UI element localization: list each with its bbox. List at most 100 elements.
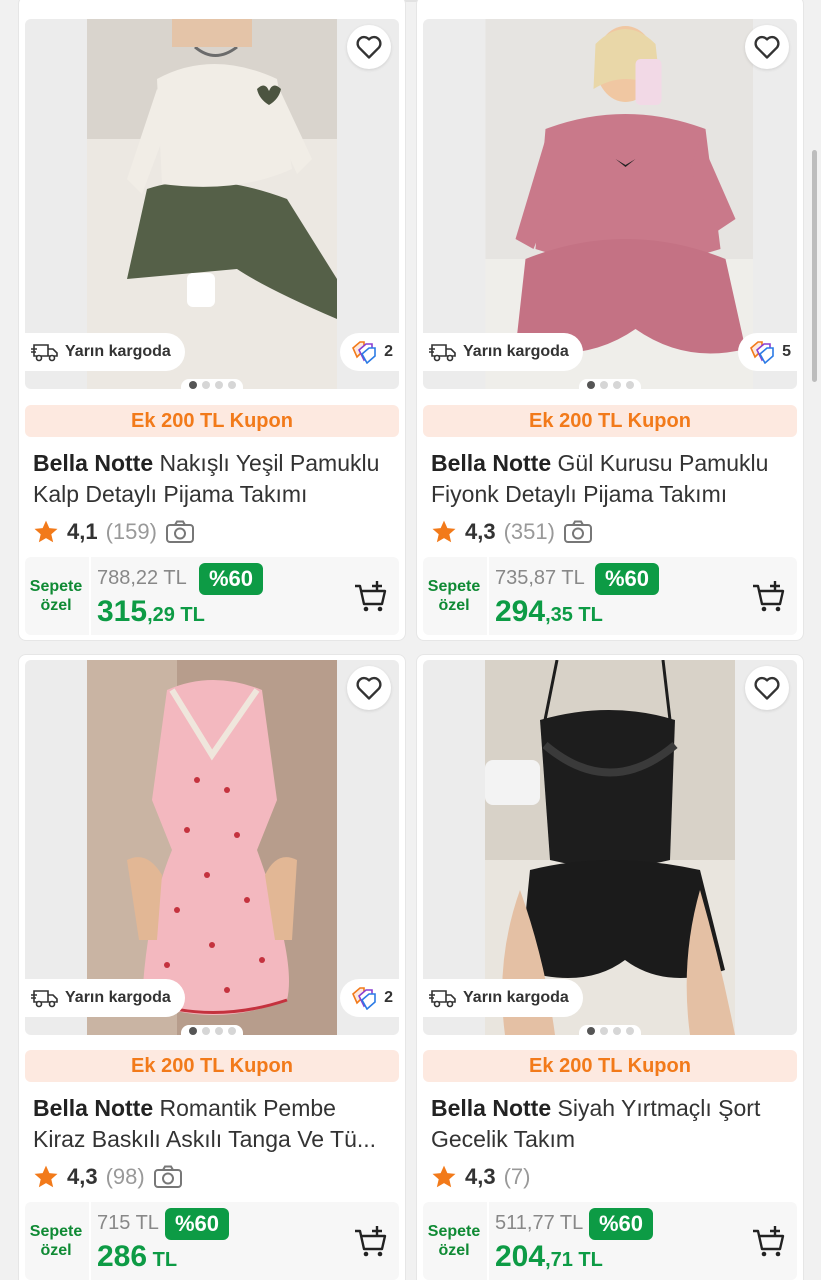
carousel-dot[interactable]	[201, 1027, 210, 1035]
old-price: 511,77 TL	[495, 1212, 584, 1234]
cart-special-line2: özel	[438, 1242, 470, 1259]
image-carousel-dots[interactable]	[181, 1025, 243, 1035]
discount-badge: %60	[595, 563, 660, 595]
rating-row: 4,3 (7)	[431, 1162, 530, 1192]
tags-icon	[352, 987, 376, 1010]
product-card[interactable]: Yarın kargoda 2 Ek 200 TL Kupon Bella No…	[18, 0, 406, 641]
truck-icon	[429, 344, 456, 362]
image-carousel-dots[interactable]	[579, 1025, 641, 1035]
shipping-label: Yarın kargoda	[65, 343, 171, 360]
product-image[interactable]: Yarın kargoda 5	[423, 19, 797, 389]
add-to-cart-button[interactable]	[749, 577, 789, 617]
cart-special-line1: Sepete	[29, 1223, 83, 1240]
divider	[89, 1202, 91, 1280]
price-decimal: ,71 TL	[545, 1249, 603, 1271]
discount-badge: %60	[589, 1208, 654, 1240]
coupon-badge[interactable]: Ek 200 TL Kupon	[25, 1050, 399, 1082]
review-count: (98)	[105, 1164, 145, 1189]
product-image[interactable]: Yarın kargoda 2	[25, 660, 399, 1035]
cart-special-line1: Sepete	[427, 1223, 481, 1240]
product-title[interactable]: Bella Notte Gül Kurusu Pamuklu Fiyonk De…	[431, 448, 795, 510]
price-box: Sepete özel 788,22 TL %60 315,29 TL	[25, 557, 399, 635]
shipping-badge: Yarın kargoda	[423, 979, 583, 1017]
add-to-cart-button[interactable]	[351, 1222, 391, 1262]
price-box: Sepete özel 511,77 TL %60 204,71 TL	[423, 1202, 797, 1280]
old-price: 735,87 TL	[495, 567, 585, 589]
product-image[interactable]: Yarın kargoda 2	[25, 19, 399, 389]
product-image[interactable]: Yarın kargoda	[423, 660, 797, 1035]
product-name-line2: Kiraz Baskılı Askılı Tanga Ve Tü...	[33, 1126, 377, 1152]
star-icon	[432, 1165, 456, 1188]
brand-name: Bella Notte	[33, 450, 154, 476]
cart-special-label: Sepete özel	[25, 1202, 87, 1280]
carousel-dot[interactable]	[586, 381, 595, 389]
product-name-line1: Siyah Yırtmaçlı Şort	[557, 1095, 761, 1121]
favorite-button[interactable]	[745, 25, 789, 69]
add-to-cart-button[interactable]	[351, 577, 391, 617]
coupon-badge[interactable]: Ek 200 TL Kupon	[423, 1050, 797, 1082]
carousel-dot[interactable]	[612, 1027, 621, 1035]
product-name-line2: Kalp Detaylı Pijama Takımı	[33, 481, 308, 507]
product-title[interactable]: Bella Notte Romantik Pembe Kiraz Baskılı…	[33, 1093, 397, 1155]
product-name-line1: Romantik Pembe	[159, 1095, 336, 1121]
carousel-dot[interactable]	[625, 1027, 634, 1035]
star-icon	[432, 520, 456, 543]
shipping-badge: Yarın kargoda	[423, 333, 583, 371]
favorite-button[interactable]	[347, 25, 391, 69]
carousel-dot[interactable]	[227, 381, 236, 389]
truck-icon	[429, 990, 456, 1008]
image-carousel-dots[interactable]	[579, 379, 641, 389]
carousel-dot[interactable]	[227, 1027, 236, 1035]
tags-count: 5	[782, 343, 791, 360]
product-name-line2: Gecelik Takım	[431, 1126, 576, 1152]
carousel-dot[interactable]	[214, 1027, 223, 1035]
rating-score: 4,3	[465, 1164, 496, 1189]
divider	[487, 1202, 489, 1280]
coupon-badge[interactable]: Ek 200 TL Kupon	[423, 405, 797, 437]
carousel-dot[interactable]	[201, 381, 210, 389]
favorite-button[interactable]	[745, 666, 789, 710]
tags-badge[interactable]: 2	[340, 333, 399, 371]
camera-icon	[153, 1165, 182, 1188]
add-to-cart-icon	[753, 581, 785, 612]
carousel-dot[interactable]	[188, 381, 197, 389]
scrollbar[interactable]	[812, 150, 817, 382]
product-card[interactable]: Yarın kargoda 5 Ek 200 TL Kupon Bella No…	[416, 0, 804, 641]
tags-badge[interactable]: 2	[340, 979, 399, 1017]
coupon-badge[interactable]: Ek 200 TL Kupon	[25, 405, 399, 437]
image-carousel-dots[interactable]	[181, 379, 243, 389]
carousel-dot[interactable]	[586, 1027, 595, 1035]
product-card[interactable]: Yarın kargoda Ek 200 TL Kupon Bella Nott…	[416, 654, 804, 1280]
price-integer: 286	[97, 1240, 148, 1273]
truck-icon	[31, 344, 58, 362]
product-title[interactable]: Bella Notte Siyah Yırtmaçlı Şort Gecelik…	[431, 1093, 795, 1155]
add-to-cart-button[interactable]	[749, 1222, 789, 1262]
add-to-cart-icon	[753, 1226, 785, 1257]
star-icon	[34, 1165, 58, 1188]
cart-special-label: Sepete özel	[423, 1202, 485, 1280]
carousel-dot[interactable]	[612, 381, 621, 389]
cart-special-line2: özel	[40, 1242, 72, 1259]
old-price: 788,22 TL	[97, 567, 187, 589]
add-to-cart-icon	[355, 581, 387, 612]
carousel-dot[interactable]	[599, 381, 608, 389]
new-price: 286 TL	[97, 1240, 177, 1274]
rating-score: 4,3	[465, 519, 496, 544]
carousel-dot[interactable]	[599, 1027, 608, 1035]
rating-row: 4,3 (351)	[431, 517, 593, 547]
tags-icon	[352, 341, 376, 364]
carousel-dot[interactable]	[188, 1027, 197, 1035]
product-card[interactable]: Yarın kargoda 2 Ek 200 TL Kupon Bella No…	[18, 654, 406, 1280]
product-title[interactable]: Bella Notte Nakışlı Yeşil Pamuklu Kalp D…	[33, 448, 397, 510]
cart-special-line1: Sepete	[29, 578, 83, 595]
rating-row: 4,3 (98)	[33, 1162, 183, 1192]
carousel-dot[interactable]	[214, 381, 223, 389]
cart-special-line2: özel	[40, 597, 72, 614]
price-integer: 294	[495, 595, 546, 628]
tags-icon	[750, 341, 774, 364]
tags-badge[interactable]: 5	[738, 333, 797, 371]
shipping-badge: Yarın kargoda	[25, 979, 185, 1017]
carousel-dot[interactable]	[625, 381, 634, 389]
favorite-button[interactable]	[347, 666, 391, 710]
price-integer: 315	[97, 595, 148, 628]
